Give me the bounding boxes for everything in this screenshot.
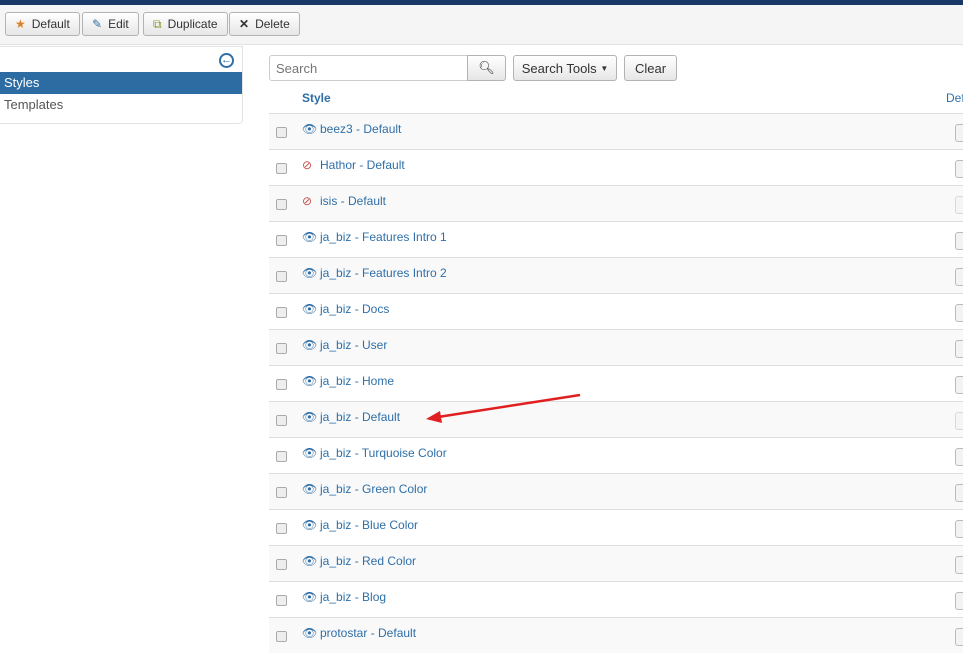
row-checkbox[interactable] <box>276 415 287 426</box>
eye-slash-icon: ⊘ <box>302 194 313 208</box>
table-row: 👁︎ ja_biz - Red Color <box>269 545 963 581</box>
style-name-link[interactable]: ja_biz - Features Intro 2 <box>320 266 447 280</box>
table-row: 👁︎ ja_biz - Features Intro 2 <box>269 257 963 293</box>
clear-button[interactable]: Clear <box>624 55 677 81</box>
table-row: ⊘ isis - Default <box>269 185 963 221</box>
style-name-link[interactable]: ja_biz - Blog <box>320 590 386 604</box>
style-name-link[interactable]: Hathor - Default <box>320 158 405 172</box>
style-name-link[interactable]: ja_biz - Features Intro 1 <box>320 230 447 244</box>
row-checkbox[interactable] <box>276 343 287 354</box>
toolbar: ★ Default ✎ Edit ⧉ Duplicate ✕ Delete <box>0 5 963 45</box>
style-name-link[interactable]: ja_biz - Docs <box>320 302 389 316</box>
search-tools-button[interactable]: Search Tools ▼ <box>513 55 617 81</box>
table-row: 👁︎ ja_biz - Docs <box>269 293 963 329</box>
default-toggle-button[interactable] <box>955 196 963 214</box>
eye-icon: 👁︎ <box>302 590 318 604</box>
row-checkbox[interactable] <box>276 307 287 318</box>
sidebar-item-styles[interactable]: Styles <box>0 72 242 94</box>
eye-slash-icon: ⊘ <box>302 158 313 172</box>
table-row: 👁︎ ja_biz - Blue Color <box>269 509 963 545</box>
search-button[interactable]: 🔍︎ <box>467 55 506 81</box>
style-name-link[interactable]: beez3 - Default <box>320 122 401 136</box>
default-toggle-button[interactable] <box>955 232 963 250</box>
table-row: 👁︎ protostar - Default <box>269 617 963 653</box>
default-toggle-button[interactable] <box>955 556 963 574</box>
eye-icon: 👁︎ <box>302 446 318 460</box>
default-toggle-button[interactable] <box>955 592 963 610</box>
row-checkbox[interactable] <box>276 631 287 642</box>
eye-icon: 👁︎ <box>302 374 318 388</box>
sidebar-item-templates[interactable]: Templates <box>0 94 242 116</box>
search-icon: 🔍︎ <box>478 60 495 75</box>
style-name-link[interactable]: ja_biz - Blue Color <box>320 518 418 532</box>
eye-icon: 👁︎ <box>302 230 318 244</box>
copy-icon: ⧉ <box>153 16 162 31</box>
collapse-sidebar-icon[interactable]: ← <box>219 53 234 68</box>
table-row: 👁︎ beez3 - Default <box>269 113 963 149</box>
row-checkbox[interactable] <box>276 271 287 282</box>
row-checkbox[interactable] <box>276 379 287 390</box>
style-name-link[interactable]: ja_biz - Green Color <box>320 482 427 496</box>
style-name-link[interactable]: ja_biz - Default <box>320 410 400 424</box>
eye-icon: 👁︎ <box>302 266 318 280</box>
row-checkbox[interactable] <box>276 523 287 534</box>
table-row: 👁︎ ja_biz - Features Intro 1 <box>269 221 963 257</box>
row-checkbox[interactable] <box>276 235 287 246</box>
row-checkbox[interactable] <box>276 451 287 462</box>
column-header-style[interactable]: Style <box>302 91 331 105</box>
eye-icon: 👁︎ <box>302 122 318 136</box>
default-toggle-button[interactable] <box>955 484 963 502</box>
default-toggle-button[interactable] <box>955 376 963 394</box>
row-checkbox[interactable] <box>276 559 287 570</box>
star-icon: ★ <box>15 17 26 31</box>
style-name-link[interactable]: isis - Default <box>320 194 386 208</box>
eye-icon: 👁︎ <box>302 626 318 640</box>
style-name-link[interactable]: ja_biz - Home <box>320 374 394 388</box>
table-row: 👁︎ ja_biz - Default <box>269 401 963 437</box>
table-row: 👁︎ ja_biz - Blog <box>269 581 963 617</box>
default-toggle-button[interactable] <box>955 340 963 358</box>
column-header-default[interactable]: Def <box>946 91 963 105</box>
row-checkbox[interactable] <box>276 163 287 174</box>
default-toggle-button[interactable] <box>955 304 963 322</box>
default-toggle-button[interactable] <box>955 628 963 646</box>
style-name-link[interactable]: protostar - Default <box>320 626 416 640</box>
edit-icon: ✎ <box>92 17 103 31</box>
eye-icon: 👁︎ <box>302 302 318 316</box>
row-checkbox[interactable] <box>276 487 287 498</box>
table-row: ⊘ Hathor - Default <box>269 149 963 185</box>
table-row: 👁︎ ja_biz - Turquoise Color <box>269 437 963 473</box>
default-toggle-button[interactable] <box>955 412 963 430</box>
default-toggle-button[interactable] <box>955 268 963 286</box>
table-row: 👁︎ ja_biz - User <box>269 329 963 365</box>
default-toggle-button[interactable] <box>955 160 963 178</box>
style-name-link[interactable]: ja_biz - Turquoise Color <box>320 446 447 460</box>
search-input[interactable] <box>269 55 468 81</box>
table-row: 👁︎ ja_biz - Home <box>269 365 963 401</box>
row-checkbox[interactable] <box>276 595 287 606</box>
default-toggle-button[interactable] <box>955 520 963 538</box>
sidebar: ← Styles Templates <box>0 46 243 124</box>
row-checkbox[interactable] <box>276 127 287 138</box>
duplicate-button[interactable]: ⧉ Duplicate <box>143 12 228 36</box>
delete-button[interactable]: ✕ Delete <box>229 12 300 36</box>
default-toggle-button[interactable] <box>955 124 963 142</box>
edit-button[interactable]: ✎ Edit <box>82 12 139 36</box>
caret-down-icon: ▼ <box>600 63 609 73</box>
row-checkbox[interactable] <box>276 199 287 210</box>
style-name-link[interactable]: ja_biz - Red Color <box>320 554 416 568</box>
eye-icon: 👁︎ <box>302 338 318 352</box>
eye-icon: 👁︎ <box>302 554 318 568</box>
style-name-link[interactable]: ja_biz - User <box>320 338 387 352</box>
eye-icon: 👁︎ <box>302 482 318 496</box>
default-toggle-button[interactable] <box>955 448 963 466</box>
eye-icon: 👁︎ <box>302 410 318 424</box>
eye-icon: 👁︎ <box>302 518 318 532</box>
close-icon: ✕ <box>239 17 250 31</box>
default-button[interactable]: ★ Default <box>5 12 80 36</box>
table-row: 👁︎ ja_biz - Green Color <box>269 473 963 509</box>
